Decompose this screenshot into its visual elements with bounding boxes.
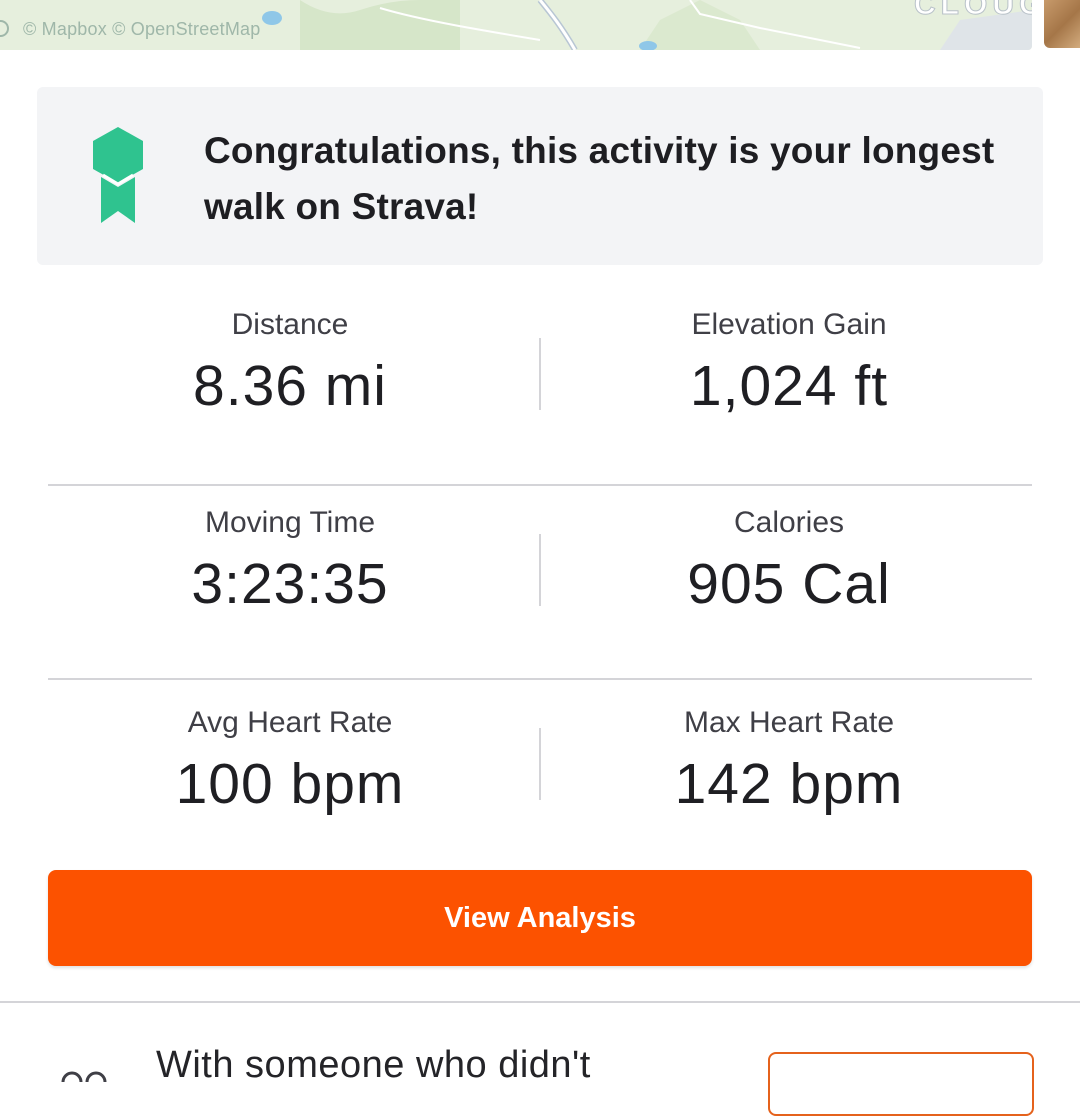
stat-moving-time: Moving Time 3:23:35 (48, 486, 532, 616)
map-attribution: © Mapbox © OpenStreetMap (0, 19, 260, 40)
stat-value: 1,024 ft (689, 354, 889, 418)
map-place-label: CLOUG (913, 0, 1032, 22)
view-analysis-button[interactable]: View Analysis (48, 870, 1032, 966)
stats-row: Moving Time 3:23:35 Calories 905 Cal (48, 486, 1032, 680)
partner-prompt-text: With someone who didn't (156, 1044, 591, 1086)
stat-value: 100 bpm (175, 752, 405, 816)
route-map[interactable]: © Mapbox © OpenStreetMap CLOUG (0, 0, 1032, 50)
activity-photo-thumbnail[interactable] (1044, 0, 1080, 48)
stat-distance: Distance 8.36 mi (48, 290, 532, 418)
stat-label: Elevation Gain (691, 308, 887, 341)
stat-value: 3:23:35 (191, 552, 389, 616)
stat-elevation-gain: Elevation Gain 1,024 ft (540, 290, 1038, 418)
achievement-banner: Congratulations, this activity is your l… (37, 87, 1043, 265)
stat-value: 8.36 mi (193, 354, 387, 418)
section-divider (0, 1001, 1080, 1003)
stat-calories: Calories 905 Cal (540, 486, 1038, 616)
stat-label: Max Heart Rate (683, 706, 895, 739)
stats-row: Avg Heart Rate 100 bpm Max Heart Rate 14… (48, 680, 1032, 872)
add-partner-button[interactable] (768, 1052, 1034, 1116)
stat-label: Moving Time (204, 506, 376, 539)
stat-avg-heart-rate: Avg Heart Rate 100 bpm (48, 680, 532, 816)
stat-value: 905 Cal (687, 552, 891, 616)
stat-value: 142 bpm (674, 752, 904, 816)
stat-label: Distance (231, 308, 349, 341)
stat-label: Avg Heart Rate (187, 706, 393, 739)
achievement-message: Congratulations, this activity is your l… (204, 130, 995, 227)
stat-max-heart-rate: Max Heart Rate 142 bpm (540, 680, 1038, 816)
award-ribbon-icon (93, 127, 143, 223)
info-icon[interactable] (0, 20, 9, 37)
stats-row: Distance 8.36 mi Elevation Gain 1,024 ft (48, 290, 1032, 486)
stat-label: Calories (733, 506, 845, 539)
activity-stats: Distance 8.36 mi Elevation Gain 1,024 ft… (48, 290, 1032, 872)
